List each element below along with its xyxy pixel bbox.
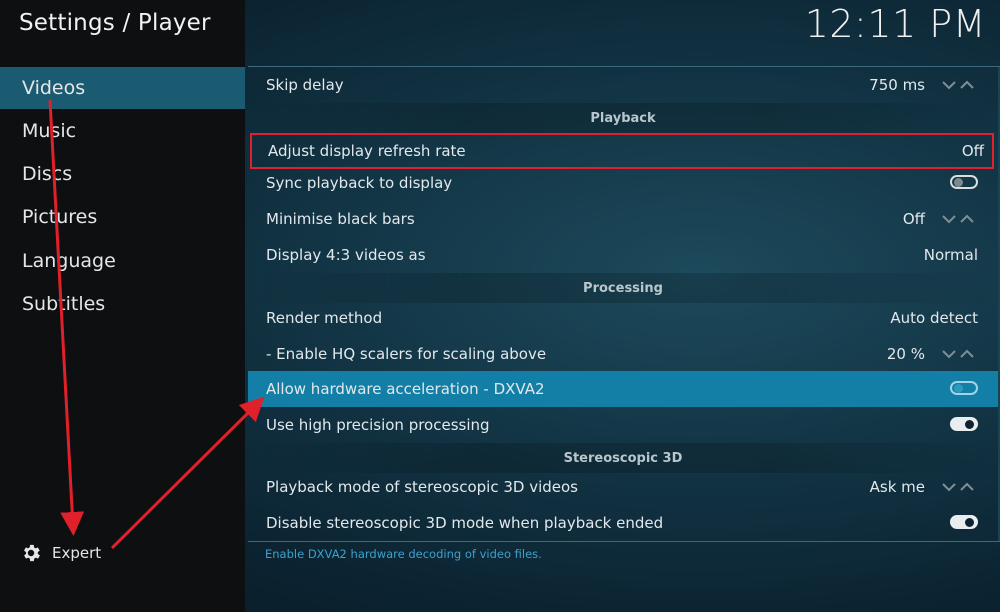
setting-minimise-black-bars[interactable]: Minimise black bars Off [248, 201, 998, 237]
setting-label: Render method [266, 309, 383, 327]
setting-render-method[interactable]: Render method Auto detect [248, 300, 998, 336]
setting-label: - Enable HQ scalers for scaling above [266, 345, 547, 363]
sidebar-item-videos[interactable]: Videos [0, 67, 245, 109]
clock: 12:11 PM [804, 2, 986, 46]
setting-hardware-acceleration[interactable]: Allow hardware acceleration - DXVA2 [248, 371, 998, 407]
toggle-knob [965, 518, 974, 527]
setting-display-43[interactable]: Display 4:3 videos as Normal [248, 237, 998, 273]
toggle-knob [954, 384, 963, 393]
setting-adjust-refresh-rate[interactable]: Adjust display refresh rate Off [250, 133, 994, 169]
setting-label: Adjust display refresh rate [268, 142, 466, 160]
setting-label: Allow hardware acceleration - DXVA2 [266, 380, 545, 398]
expert-button[interactable]: Expert [20, 540, 101, 566]
setting-value: 20 % [886, 345, 925, 363]
setting-description: Enable DXVA2 hardware decoding of video … [265, 547, 542, 561]
sidebar-item-pictures[interactable]: Pictures [0, 196, 245, 238]
setting-label: Display 4:3 videos as [266, 246, 426, 264]
setting-skip-delay[interactable]: Skip delay 750 ms [248, 67, 998, 103]
gear-icon [24, 544, 40, 562]
setting-label: Playback mode of stereoscopic 3D videos [266, 478, 578, 496]
toggle-knob [965, 420, 974, 429]
setting-label: Skip delay [266, 76, 344, 94]
setting-value: Off [961, 142, 984, 160]
setting-label: Sync playback to display [266, 174, 453, 192]
sidebar-item-discs[interactable]: Discs [0, 153, 245, 195]
page-title: Settings / Player [19, 10, 211, 36]
setting-hq-scalers[interactable]: - Enable HQ scalers for scaling above 20… [248, 336, 998, 372]
toggle-switch[interactable] [950, 381, 978, 395]
expert-label: Expert [52, 544, 102, 562]
setting-label: Minimise black bars [266, 210, 415, 228]
toggle-switch[interactable] [950, 175, 978, 189]
setting-sync-playback[interactable]: Sync playback to display [248, 165, 998, 201]
setting-label: Disable stereoscopic 3D mode when playba… [266, 514, 664, 532]
chevron-up-down-icon[interactable] [942, 348, 976, 360]
setting-value: Off [902, 210, 925, 228]
section-header-playback: Playback [248, 103, 998, 133]
sidebar-item-subtitles[interactable]: Subtitles [0, 283, 245, 325]
sidebar-item-language[interactable]: Language [0, 240, 245, 282]
setting-label: Use high precision processing [266, 416, 490, 434]
setting-value: Auto detect [890, 309, 978, 327]
setting-value: Ask me [869, 478, 925, 496]
toggle-switch[interactable] [950, 515, 978, 529]
chevron-up-down-icon[interactable] [942, 213, 976, 225]
section-header-processing: Processing [248, 273, 998, 303]
setting-value: Normal [923, 246, 978, 264]
chevron-up-down-icon[interactable] [942, 79, 976, 91]
toggle-switch[interactable] [950, 417, 978, 431]
chevron-up-down-icon[interactable] [942, 481, 976, 493]
setting-stereo-mode[interactable]: Playback mode of stereoscopic 3D videos … [248, 469, 998, 505]
settings-list: Skip delay 750 ms Playback Adjust displa… [248, 67, 998, 542]
sidebar: Settings / Player Videos Music Discs Pic… [0, 0, 245, 612]
setting-disable-stereo[interactable]: Disable stereoscopic 3D mode when playba… [248, 505, 998, 541]
sidebar-item-music[interactable]: Music [0, 110, 245, 152]
bottom-divider [248, 541, 1000, 542]
setting-value: 750 ms [869, 76, 925, 94]
toggle-knob [954, 178, 963, 187]
setting-high-precision[interactable]: Use high precision processing [248, 407, 998, 443]
